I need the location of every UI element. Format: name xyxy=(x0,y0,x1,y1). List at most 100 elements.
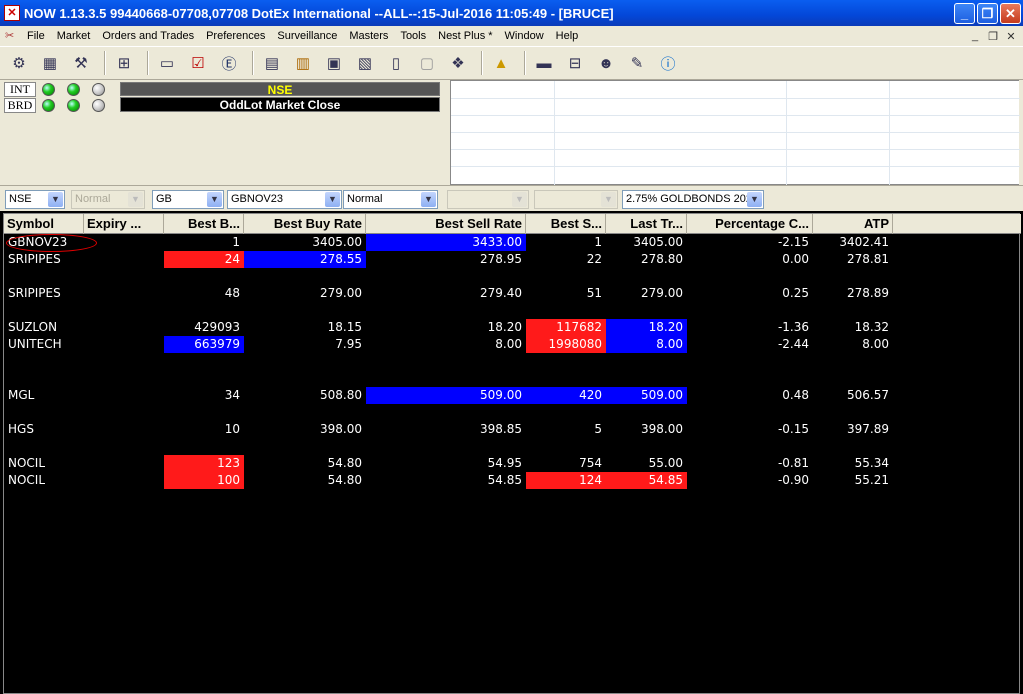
expiry-cell[interactable] xyxy=(84,319,164,336)
best-sell-rate-cell[interactable]: 509.00 xyxy=(366,387,526,404)
menu-surveillance[interactable]: Surveillance xyxy=(271,30,343,42)
last-traded-cell[interactable]: 8.00 xyxy=(606,336,687,353)
best-sell-rate-cell[interactable]: 279.40 xyxy=(366,285,526,302)
atp-cell[interactable]: 397.89 xyxy=(813,421,893,438)
child-minimize-button[interactable]: _ xyxy=(967,30,983,43)
symbol-cell[interactable]: NOCIL xyxy=(4,455,84,472)
best-sell-rate-cell[interactable]: 3433.00 xyxy=(366,234,526,251)
last-traded-cell[interactable]: 3405.00 xyxy=(606,234,687,251)
best-buy-rate-cell[interactable]: 3405.00 xyxy=(244,234,366,251)
expiry-cell[interactable] xyxy=(84,455,164,472)
symbol-cell[interactable]: SUZLON xyxy=(4,319,84,336)
process-icon[interactable]: ⚒ xyxy=(68,50,94,76)
ledger-icon[interactable]: ▥ xyxy=(290,50,316,76)
report-icon[interactable]: ▧ xyxy=(352,50,378,76)
menu-preferences[interactable]: Preferences xyxy=(200,30,271,42)
pct-change-cell[interactable]: 0.48 xyxy=(687,387,813,404)
best-sell-rate-cell[interactable]: 398.85 xyxy=(366,421,526,438)
atp-cell[interactable]: 55.21 xyxy=(813,472,893,489)
table-row[interactable]: NOCIL 100 54.80 54.85 124 54.85 -0.90 55.21 xyxy=(4,472,1021,489)
best-buy-qty-cell[interactable]: 123 xyxy=(164,455,244,472)
document-menu-icon[interactable]: ✂ xyxy=(5,29,19,43)
settings-icon[interactable]: ⚙ xyxy=(6,50,32,76)
menu-orders-and-trades[interactable]: Orders and Trades xyxy=(96,30,200,42)
best-buy-rate-cell[interactable]: 54.80 xyxy=(244,472,366,489)
menu-help[interactable]: Help xyxy=(550,30,585,42)
child-restore-button[interactable]: ❐ xyxy=(985,30,1001,43)
symbol-cell[interactable]: SRIPIPES xyxy=(4,285,84,302)
symbol-cell[interactable]: UNITECH xyxy=(4,336,84,353)
empty-row[interactable] xyxy=(4,302,1021,319)
table-row[interactable]: SUZLON 429093 18.15 18.20 117682 18.20 -1.36 18… xyxy=(4,319,1021,336)
menu-tools[interactable]: Tools xyxy=(394,30,432,42)
atp-cell[interactable]: 506.57 xyxy=(813,387,893,404)
best-sell-rate-cell[interactable]: 8.00 xyxy=(366,336,526,353)
series-select[interactable]: Normal ▼ xyxy=(343,190,438,209)
column-header-best-sell-qty[interactable]: Best S... xyxy=(526,214,606,234)
best-sell-rate-cell[interactable]: 278.95 xyxy=(366,251,526,268)
document-icon[interactable]: ▣ xyxy=(321,50,347,76)
maximize-button[interactable]: ❐ xyxy=(977,2,998,24)
best-buy-qty-cell[interactable]: 1 xyxy=(164,234,244,251)
minimize-button[interactable]: _ xyxy=(954,2,975,24)
info-icon[interactable]: ⓘ xyxy=(655,50,681,76)
expiry-cell[interactable] xyxy=(84,387,164,404)
column-header-expiry[interactable]: Expiry ... xyxy=(84,214,164,234)
table-row[interactable]: HGS 10 398.00 398.85 5 398.00 -0.15 397.89 xyxy=(4,421,1021,438)
column-header-best-sell-rate[interactable]: Best Sell Rate xyxy=(366,214,526,234)
best-sell-qty-cell[interactable]: 51 xyxy=(526,285,606,302)
best-sell-rate-cell[interactable]: 18.20 xyxy=(366,319,526,336)
column-header-best-buy-rate[interactable]: Best Buy Rate xyxy=(244,214,366,234)
app-icon[interactable]: ✕ xyxy=(4,5,20,21)
best-buy-qty-cell[interactable]: 429093 xyxy=(164,319,244,336)
monitor-icon[interactable]: ▭ xyxy=(154,50,180,76)
best-buy-qty-cell[interactable]: 100 xyxy=(164,472,244,489)
terminal-icon[interactable]: ▬ xyxy=(531,50,557,76)
menu-market[interactable]: Market xyxy=(51,30,97,42)
page-icon[interactable]: ▯ xyxy=(383,50,409,76)
security-select[interactable]: 2.75% GOLDBONDS 202 ▼ xyxy=(622,190,764,209)
chevron-down-icon[interactable]: ▼ xyxy=(747,192,762,207)
last-traded-cell[interactable]: 279.00 xyxy=(606,285,687,302)
child-close-button[interactable]: ✕ xyxy=(1003,30,1019,43)
best-buy-rate-cell[interactable]: 398.00 xyxy=(244,421,366,438)
symbol-cell[interactable]: HGS xyxy=(4,421,84,438)
pct-change-cell[interactable]: -1.36 xyxy=(687,319,813,336)
atp-cell[interactable]: 18.32 xyxy=(813,319,893,336)
last-traded-cell[interactable]: 278.80 xyxy=(606,251,687,268)
best-sell-qty-cell[interactable]: 124 xyxy=(526,472,606,489)
table-row[interactable]: UNITECH 663979 7.95 8.00 1998080 8.00 -2.44 8.0… xyxy=(4,336,1021,353)
symbol-cell[interactable]: NOCIL xyxy=(4,472,84,489)
last-traded-cell[interactable]: 18.20 xyxy=(606,319,687,336)
best-buy-rate-cell[interactable]: 54.80 xyxy=(244,455,366,472)
best-buy-qty-cell[interactable]: 24 xyxy=(164,251,244,268)
best-buy-qty-cell[interactable]: 34 xyxy=(164,387,244,404)
gold-coins-icon[interactable]: ▲ xyxy=(488,50,514,76)
pct-change-cell[interactable]: -0.15 xyxy=(687,421,813,438)
checkbook-icon[interactable]: ☑ xyxy=(185,50,211,76)
column-header-percentage-change[interactable]: Percentage C... xyxy=(687,214,813,234)
atp-cell[interactable]: 278.81 xyxy=(813,251,893,268)
table-row[interactable]: SRIPIPES 48 279.00 279.40 51 279.00 0.25 278.89 xyxy=(4,285,1021,302)
atp-cell[interactable]: 55.34 xyxy=(813,455,893,472)
calculator-icon[interactable]: ▢ xyxy=(414,50,440,76)
user-icon[interactable]: ☻ xyxy=(593,50,619,76)
empty-row[interactable] xyxy=(4,404,1021,421)
empty-row[interactable] xyxy=(4,353,1021,370)
best-sell-rate-cell[interactable]: 54.95 xyxy=(366,455,526,472)
market-watch[interactable]: Symbol Expiry ... Best B... Best Buy Rat… xyxy=(3,213,1021,694)
add-window-icon[interactable]: ⊞ xyxy=(111,50,137,76)
exchange-select[interactable]: NSE ▼ xyxy=(5,190,65,209)
atp-cell[interactable]: 278.89 xyxy=(813,285,893,302)
symbol-cell[interactable]: SRIPIPES xyxy=(4,251,84,268)
last-traded-cell[interactable]: 54.85 xyxy=(606,472,687,489)
column-header-symbol[interactable]: Symbol xyxy=(4,214,84,234)
best-sell-qty-cell[interactable]: 22 xyxy=(526,251,606,268)
pct-change-cell[interactable]: -2.15 xyxy=(687,234,813,251)
chevron-down-icon[interactable]: ▼ xyxy=(207,192,222,207)
table-row[interactable]: SRIPIPES 24 278.55 278.95 22 278.80 0.00 278.81 xyxy=(4,251,1021,268)
pct-change-cell[interactable]: -0.90 xyxy=(687,472,813,489)
best-sell-qty-cell[interactable]: 1998080 xyxy=(526,336,606,353)
cluster-icon[interactable]: ❖ xyxy=(445,50,471,76)
menu-file[interactable]: File xyxy=(21,30,51,42)
